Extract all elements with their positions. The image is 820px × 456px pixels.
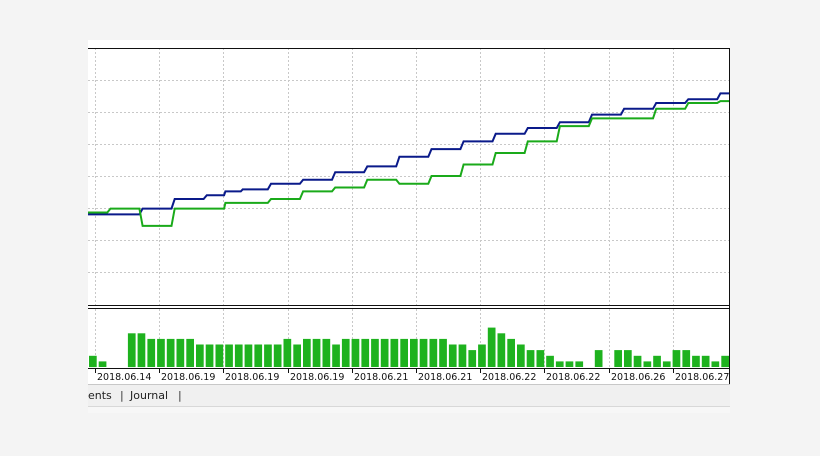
deposit-bar — [721, 355, 729, 368]
deposit-bar — [448, 344, 457, 367]
deposit-bar — [293, 344, 301, 367]
strategy-tester-window: 2018.06.14 2018.06.19 2018.06.19 2018.06.19… — [88, 40, 730, 413]
deposit-bar — [517, 344, 525, 367]
deposit-bar — [351, 338, 360, 367]
x-tick-label: 2018.06.21 — [354, 372, 408, 383]
deposit-bar — [244, 344, 253, 367]
deposit-bar — [429, 338, 438, 367]
deposit-bar — [215, 344, 224, 367]
x-tick-label: 2018.06.27 — [675, 372, 729, 383]
deposit-bar — [682, 350, 691, 367]
deposit-bar — [536, 350, 545, 367]
x-tick-label: 2018.06.26 — [611, 372, 665, 383]
x-tick-label: 2018.06.19 — [225, 372, 279, 383]
deposit-bar — [322, 338, 331, 367]
deposit-bar — [526, 350, 535, 367]
deposit-bar — [565, 361, 574, 367]
deposit-bar — [701, 355, 710, 368]
deposit-bar — [662, 361, 671, 367]
deposit-bar — [157, 338, 165, 367]
deposit-bar — [624, 350, 632, 367]
deposit-bar — [653, 355, 661, 368]
x-axis-ticks: 2018.06.14 2018.06.19 2018.06.19 2018.06.19… — [95, 368, 729, 383]
deposit-bar — [196, 344, 204, 367]
deposit-bar — [332, 344, 340, 367]
tab-results[interactable]: ents — [88, 389, 112, 403]
deposit-bar — [137, 333, 146, 368]
deposit-bar — [312, 338, 321, 367]
deposit-bar — [89, 355, 97, 368]
deposit-bar — [303, 338, 311, 367]
deposit-bar — [672, 350, 681, 367]
deposit-bar — [711, 361, 720, 367]
deposit-bar — [478, 344, 486, 367]
deposit-bar — [410, 338, 418, 367]
deposit-bar — [127, 333, 136, 368]
deposit-bar — [575, 361, 584, 367]
deposit-bar — [633, 355, 642, 368]
deposit-bar — [390, 338, 399, 367]
deposit-bar — [439, 338, 447, 367]
deposit-bar — [555, 361, 564, 367]
x-tick-label: 2018.06.21 — [418, 372, 472, 383]
tab-journal[interactable]: Journal — [130, 389, 168, 403]
deposit-bar — [176, 338, 185, 367]
deposit-bar — [614, 350, 622, 367]
deposit-bar — [507, 338, 515, 367]
deposit-bar — [692, 355, 700, 368]
x-tick-label: 2018.06.19 — [161, 372, 215, 383]
deposit-bar — [371, 338, 379, 367]
deposit-bar — [186, 338, 194, 367]
deposit-bar — [98, 361, 107, 367]
terminal-tabs-bar: ents | Journal | — [88, 384, 730, 407]
deposit-bar — [419, 338, 428, 367]
deposit-bar — [468, 350, 477, 367]
tabs-bottom-strip — [88, 406, 730, 413]
deposit-bar — [283, 338, 292, 367]
deposit-bar — [497, 333, 506, 368]
deposit-bar — [225, 344, 233, 367]
deposit-bar — [341, 338, 350, 367]
deposit-bar — [546, 355, 554, 368]
deposit-bar — [400, 338, 408, 367]
x-tick-label: 2018.06.22 — [546, 372, 600, 383]
deposit-bar — [643, 361, 652, 367]
deposit-bar — [205, 344, 214, 367]
deposit-bar — [458, 344, 467, 367]
x-tick-label: 2018.06.22 — [482, 372, 536, 383]
x-tick-label: 2018.06.19 — [290, 372, 344, 383]
deposit-bar — [361, 338, 370, 367]
deposit-bar — [234, 344, 243, 367]
deposit-load-bars — [89, 327, 729, 368]
deposit-bar — [166, 338, 175, 367]
deposit-bar — [380, 338, 389, 367]
tab-separator: | — [178, 389, 182, 402]
balance-equity-chart: 2018.06.14 2018.06.19 2018.06.19 2018.06.19… — [88, 48, 730, 384]
deposit-bar — [273, 344, 282, 367]
x-tick-label: 2018.06.14 — [97, 372, 151, 383]
deposit-bar — [147, 338, 156, 367]
deposit-bar — [487, 327, 496, 367]
deposit-bar — [594, 350, 603, 367]
tab-separator: | — [120, 389, 124, 402]
deposit-bar — [254, 344, 263, 367]
deposit-bar — [264, 344, 272, 367]
